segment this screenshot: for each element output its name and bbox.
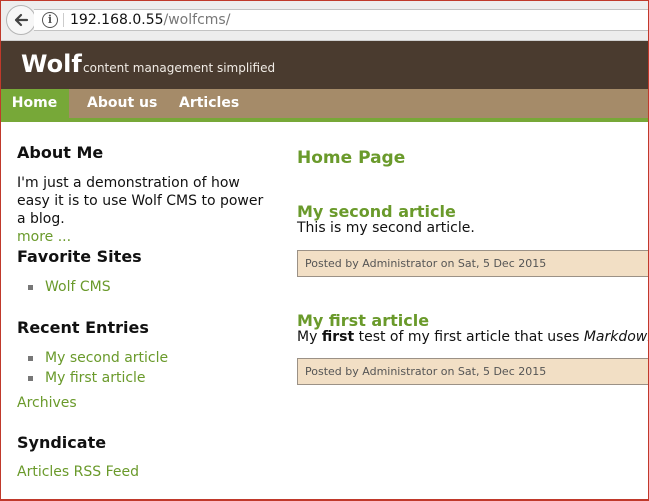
- recent-entries-heading: Recent Entries: [17, 318, 149, 337]
- site-logo-text[interactable]: Wolf: [21, 50, 82, 78]
- about-text: I'm just a demonstration of how easy it …: [17, 174, 272, 246]
- info-icon[interactable]: i: [42, 12, 58, 28]
- article-meta: Posted by Administrator on Sat, 5 Dec 20…: [297, 358, 649, 385]
- wolf-cms-link[interactable]: Wolf CMS: [45, 279, 111, 295]
- recent-entries-list: My second article My first article: [17, 348, 272, 388]
- nav-item-home[interactable]: Home: [0, 89, 69, 118]
- about-description: I'm just a demonstration of how easy it …: [17, 175, 264, 227]
- recent-entry-link[interactable]: My first article: [45, 370, 146, 386]
- site-header: Wolf content management simplified: [0, 41, 649, 89]
- nav-item-articles[interactable]: Articles: [179, 89, 239, 118]
- favorite-sites-heading: Favorite Sites: [17, 247, 142, 266]
- favorite-sites-list: Wolf CMS: [17, 277, 272, 297]
- syndicate-heading: Syndicate: [17, 433, 107, 452]
- rss-feed-link[interactable]: Articles RSS Feed: [17, 464, 139, 480]
- list-item: Wolf CMS: [17, 277, 272, 297]
- browser-toolbar: i 192.168.0.55/wolfcms/: [0, 0, 649, 41]
- list-item: My second article: [17, 348, 272, 368]
- article-body: This is my second article.: [297, 220, 475, 236]
- article-emphasis-text: Markdown: [583, 329, 649, 345]
- back-button[interactable]: [6, 5, 36, 35]
- more-link[interactable]: more ...: [17, 229, 71, 245]
- url-text[interactable]: 192.168.0.55/wolfcms/: [70, 12, 230, 29]
- article-title[interactable]: My second article: [297, 202, 456, 221]
- article-title[interactable]: My first article: [297, 311, 429, 330]
- article-strong-text: first: [321, 329, 355, 345]
- recent-entry-link[interactable]: My second article: [45, 350, 168, 366]
- article-text: test of my first article that uses: [354, 329, 584, 345]
- address-divider: [63, 13, 64, 27]
- article-body: My first test of my first article that u…: [297, 329, 649, 345]
- archives-link[interactable]: Archives: [17, 395, 77, 411]
- page-title: Home Page: [297, 148, 406, 169]
- article-text: My: [297, 329, 322, 345]
- site-tagline: content management simplified: [83, 61, 276, 75]
- about-heading: About Me: [17, 143, 104, 162]
- list-item: My first article: [17, 368, 272, 388]
- nav-item-about-us[interactable]: About us: [87, 89, 157, 118]
- address-bar[interactable]: i 192.168.0.55/wolfcms/: [34, 9, 649, 31]
- arrow-left-icon: [14, 13, 29, 27]
- url-host: 192.168.0.55: [70, 12, 164, 28]
- url-path: /wolfcms/: [163, 12, 231, 28]
- main-nav: Home About us Articles: [0, 89, 649, 122]
- article-meta: Posted by Administrator on Sat, 5 Dec 20…: [297, 250, 649, 277]
